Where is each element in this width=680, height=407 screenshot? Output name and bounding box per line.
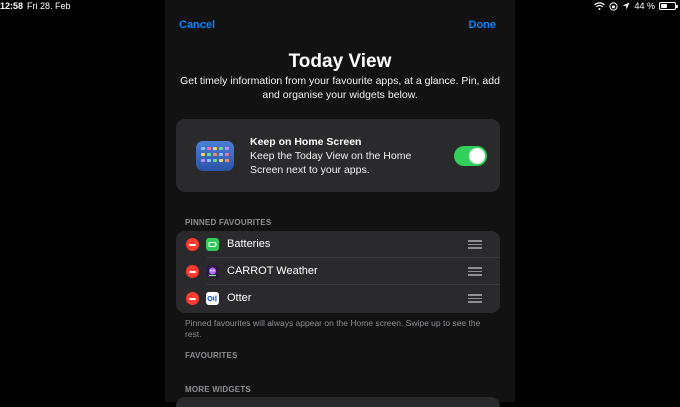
battery-percentage: 44 % <box>634 1 655 11</box>
widget-label: Batteries <box>227 238 271 250</box>
status-time: 12:58 <box>0 1 24 11</box>
more-widgets-list <box>176 397 500 407</box>
today-view-sheet: Cancel Done Today View Get timely inform… <box>165 0 515 407</box>
battery-icon <box>659 2 678 10</box>
carrot-weather-icon <box>206 265 219 278</box>
favourites-header: FAVOURITES <box>185 351 238 360</box>
toggle-knob <box>469 148 485 164</box>
remove-batteries-button[interactable] <box>186 238 199 251</box>
page-title: Today View <box>288 51 392 72</box>
battery-level-fill <box>661 4 667 8</box>
widget-label: CARROT Weather <box>227 265 318 277</box>
pinned-favourites-header: PINNED FAVOURITES <box>185 218 272 227</box>
reorder-handle-icon[interactable] <box>468 267 482 276</box>
status-date: Fri 28. Feb <box>27 1 71 11</box>
list-item: Otter <box>176 285 500 312</box>
reorder-handle-icon[interactable] <box>468 294 482 303</box>
orientation-lock-icon <box>609 1 619 11</box>
done-button[interactable]: Done <box>469 19 497 31</box>
battery-nub <box>676 5 678 8</box>
keep-on-home-screen-card: Keep on Home Screen Keep the Today View … <box>176 119 500 192</box>
otter-icon <box>206 292 219 305</box>
today-view-widgets-icon <box>196 141 234 171</box>
cancel-button[interactable]: Cancel <box>179 19 215 31</box>
remove-carrot-weather-button[interactable] <box>186 265 199 278</box>
more-widgets-header: MORE WIDGETS <box>185 385 251 394</box>
remove-otter-button[interactable] <box>186 292 199 305</box>
keep-on-home-screen-title: Keep on Home Screen <box>250 136 362 148</box>
batteries-icon <box>206 238 219 251</box>
keep-on-home-screen-toggle[interactable] <box>454 146 487 166</box>
keep-on-home-screen-description: Keep the Today View on the Home Screen n… <box>250 150 412 176</box>
status-indicators: 44 % <box>594 1 678 11</box>
list-item: Batteries <box>176 231 500 258</box>
reorder-handle-icon[interactable] <box>468 240 482 249</box>
location-icon <box>622 2 630 10</box>
pinned-favourites-list: Batteries CARROT Weather Otter <box>176 231 500 313</box>
list-item: CARROT Weather <box>176 258 500 285</box>
page-subtitle: Get timely information from your favouri… <box>180 75 500 101</box>
pinned-favourites-note: Pinned favourites will always appear on … <box>185 318 481 339</box>
widget-label: Otter <box>227 292 252 304</box>
wifi-icon <box>594 2 606 10</box>
